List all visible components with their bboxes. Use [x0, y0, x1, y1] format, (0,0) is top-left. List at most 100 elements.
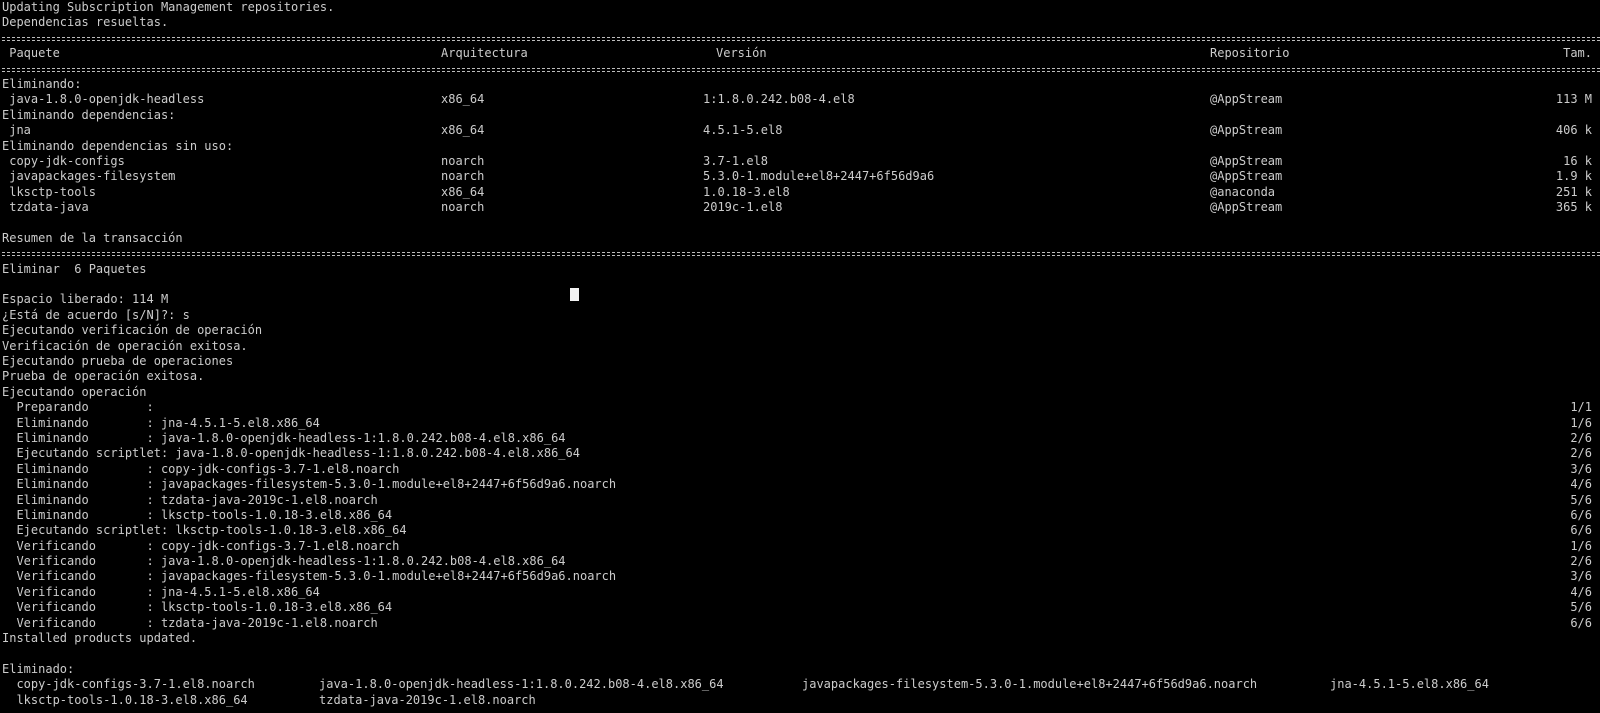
text-cursor — [570, 288, 579, 301]
operation-count: 3/6 — [1570, 461, 1592, 476]
step-line: Ejecutando prueba de operaciones — [2, 353, 234, 368]
operation-line: Eliminando : javapackages-filesystem-5.3… — [2, 477, 1592, 492]
status-dependencies: Dependencias resueltas. — [2, 15, 169, 30]
operation-line: Verificando : java-1.8.0-openjdk-headles… — [2, 554, 1592, 569]
row-version: 2019c-1.el8 — [703, 200, 783, 215]
row-arch: noarch — [441, 200, 485, 215]
operation-count: 6/6 — [1570, 523, 1592, 538]
row-size: 1.9 k — [1555, 169, 1592, 184]
row-package: lksctp-tools — [2, 184, 96, 199]
removed-package: copy-jdk-configs-3.7-1.el8.noarch — [2, 677, 255, 692]
removed-title: Eliminado: — [2, 661, 75, 676]
removed-package: tzdata-java-2019c-1.el8.noarch — [319, 692, 536, 707]
removed-package: javapackages-filesystem-5.3.0-1.module+e… — [802, 677, 1258, 692]
operation-count: 6/6 — [1570, 615, 1592, 630]
table-row: java-1.8.0-openjdk-headless x86_64 1:1.8… — [0, 92, 1600, 107]
operation-count: 5/6 — [1570, 600, 1592, 615]
header-size: Tam. — [1563, 46, 1592, 61]
operation-line: Eliminando : tzdata-java-2019c-1.el8.noa… — [2, 492, 1592, 507]
step-line: Ejecutando verificación de operación — [2, 323, 263, 338]
installed-updated-line: Installed products updated. — [2, 631, 198, 646]
row-repo: @AppStream — [1210, 153, 1283, 168]
operation-line: Verificando : lksctp-tools-1.0.18-3.el8.… — [2, 600, 1592, 615]
table-row: jna x86_64 4.5.1-5.el8 @AppStream 406 k — [0, 123, 1600, 138]
console-output[interactable]: Updating Subscription Management reposit… — [0, 0, 1600, 713]
row-repo: @AppStream — [1210, 169, 1283, 184]
operation-line: Eliminando : copy-jdk-configs-3.7-1.el8.… — [2, 461, 1592, 476]
operation-count: 2/6 — [1570, 446, 1592, 461]
removed-row: lksctp-tools-1.0.18-3.el8.x86_64 tzdata-… — [0, 693, 1600, 708]
header-version: Versión — [716, 46, 767, 61]
row-package: jna — [2, 123, 31, 138]
row-size: 365 k — [1555, 200, 1592, 215]
table-row: copy-jdk-configs noarch 3.7-1.el8 @AppSt… — [0, 154, 1600, 169]
operation-line: Verificando : tzdata-java-2019c-1.el8.no… — [2, 615, 1592, 630]
freed-space-line: Espacio liberado: 114 M — [2, 292, 169, 307]
row-size: 406 k — [1555, 123, 1592, 138]
operation-line: Ejecutando scriptlet: lksctp-tools-1.0.1… — [2, 523, 1592, 538]
header-repo: Repositorio — [1210, 46, 1290, 61]
status-line: Updating Subscription Management reposit… — [0, 0, 1600, 15]
operation-line: Verificando : javapackages-filesystem-5.… — [2, 569, 1592, 584]
row-package: javapackages-filesystem — [2, 169, 176, 184]
row-arch: x86_64 — [441, 184, 485, 199]
operation-count: 1/6 — [1570, 538, 1592, 553]
operation-count: 1/6 — [1570, 415, 1592, 430]
header-package: Paquete — [2, 46, 60, 61]
operation-line: Eliminando : lksctp-tools-1.0.18-3.el8.x… — [2, 507, 1592, 522]
operation-line: Preparando :1/1 — [2, 400, 1592, 415]
row-version: 3.7-1.el8 — [703, 153, 769, 168]
table-row: tzdata-java noarch 2019c-1.el8 @AppStrea… — [0, 200, 1600, 215]
operation-line: Eliminando : java-1.8.0-openjdk-headless… — [2, 430, 1592, 445]
removed-package: lksctp-tools-1.0.18-3.el8.x86_64 — [2, 692, 248, 707]
row-arch: x86_64 — [441, 92, 485, 107]
separator-line — [0, 62, 1600, 77]
group-heading: Eliminando: — [2, 76, 82, 91]
separator-line — [0, 31, 1600, 46]
step-line: Ejecutando operación — [2, 384, 147, 399]
row-package: java-1.8.0-openjdk-headless — [2, 92, 205, 107]
row-size: 251 k — [1555, 184, 1592, 199]
status-updating: Updating Subscription Management reposit… — [2, 0, 335, 14]
row-package: copy-jdk-configs — [2, 153, 125, 168]
row-version: 4.5.1-5.el8 — [703, 123, 783, 138]
header-arch: Arquitectura — [441, 46, 528, 61]
row-repo: @AppStream — [1210, 200, 1283, 215]
removed-row: copy-jdk-configs-3.7-1.el8.noarch java-1… — [0, 677, 1600, 692]
row-arch: noarch — [441, 169, 485, 184]
separator-line — [0, 246, 1600, 261]
operation-count: 6/6 — [1570, 507, 1592, 522]
group-heading: Eliminando dependencias: — [2, 107, 176, 122]
operation-count: 2/6 — [1570, 554, 1592, 569]
table-row: lksctp-tools x86_64 1.0.18-3.el8 @anacon… — [0, 185, 1600, 200]
operation-count: 4/6 — [1570, 477, 1592, 492]
row-arch: x86_64 — [441, 123, 485, 138]
row-package: tzdata-java — [2, 200, 89, 215]
operation-count: 3/6 — [1570, 569, 1592, 584]
step-line: Prueba de operación exitosa. — [2, 369, 205, 384]
row-version: 5.3.0-1.module+el8+2447+6f56d9a6 — [703, 169, 935, 184]
operation-line: Verificando : copy-jdk-configs-3.7-1.el8… — [2, 538, 1592, 553]
removed-package: java-1.8.0-openjdk-headless-1:1.8.0.242.… — [319, 677, 724, 692]
operation-count: 4/6 — [1570, 584, 1592, 599]
row-size: 113 M — [1555, 92, 1592, 107]
table-header-row: Paquete Arquitectura Versión Repositorio… — [0, 46, 1600, 61]
confirm-prompt: ¿Está de acuerdo [s/N]?: s — [2, 307, 190, 322]
row-repo: @AppStream — [1210, 92, 1283, 107]
operation-count: 5/6 — [1570, 492, 1592, 507]
remove-count-line: Eliminar 6 Paquetes — [2, 261, 147, 276]
operation-count: 1/1 — [1570, 400, 1592, 415]
removed-package: jna-4.5.1-5.el8.x86_64 — [1330, 677, 1489, 692]
status-line: Dependencias resueltas. — [0, 15, 1600, 30]
operation-line: Eliminando : jna-4.5.1-5.el8.x86_64 1/6 — [2, 415, 1592, 430]
row-version: 1:1.8.0.242.b08-4.el8 — [703, 92, 855, 107]
operation-line: Verificando : jna-4.5.1-5.el8.x86_64 4/6 — [2, 584, 1592, 599]
row-version: 1.0.18-3.el8 — [703, 184, 790, 199]
group-heading: Eliminando dependencias sin uso: — [2, 138, 234, 153]
step-line: Verificación de operación exitosa. — [2, 338, 248, 353]
operation-line: Ejecutando scriptlet: java-1.8.0-openjdk… — [2, 446, 1592, 461]
row-arch: noarch — [441, 153, 485, 168]
